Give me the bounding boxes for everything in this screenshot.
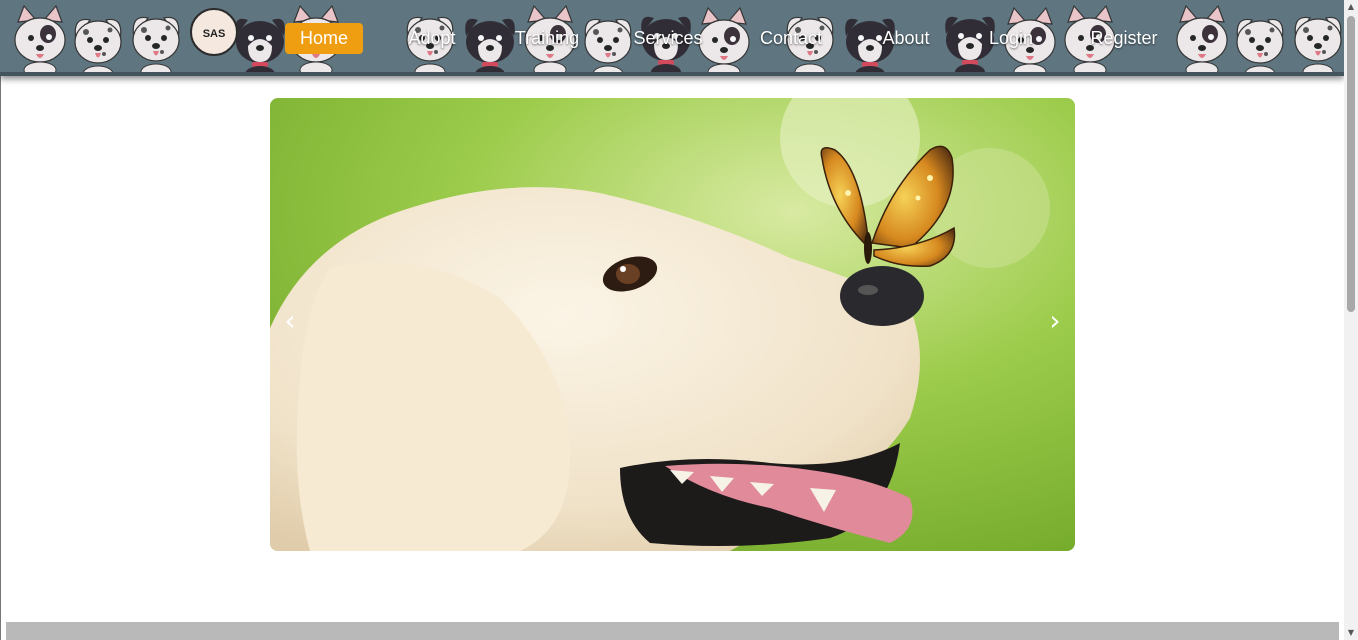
vertical-scrollbar[interactable]: ▲ ▼ [1344,0,1358,640]
nav-contact[interactable]: Contact [754,23,828,54]
carousel-next-button[interactable]: › [1043,301,1067,341]
carousel-prev-button[interactable]: ‹ [278,301,302,341]
logo-text: SAS [202,28,226,40]
scrollbar-thumb[interactable] [1347,16,1355,312]
nav-about[interactable]: About [876,23,936,54]
sas-logo-icon[interactable]: SAS [190,8,238,56]
page-left-border [0,0,1,640]
nav-login[interactable]: Login [984,23,1038,54]
nav-training[interactable]: Training [510,23,584,54]
navbar: SAS Home Adopt Training Services Contact… [0,0,1344,76]
scroll-down-arrow-icon[interactable]: ▼ [1344,626,1358,640]
footer-strip [6,622,1339,640]
navbar-bottom-edge [0,72,1344,76]
nav-home[interactable]: Home [285,23,363,54]
nav-register[interactable]: Register [1086,23,1162,54]
scroll-up-arrow-icon[interactable]: ▲ [1344,0,1358,14]
nav-services[interactable]: Services [630,23,706,54]
carousel-slide-image [270,98,1075,551]
nav-adopt[interactable]: Adopt [400,23,464,54]
hero-carousel: ‹ › [270,98,1075,551]
